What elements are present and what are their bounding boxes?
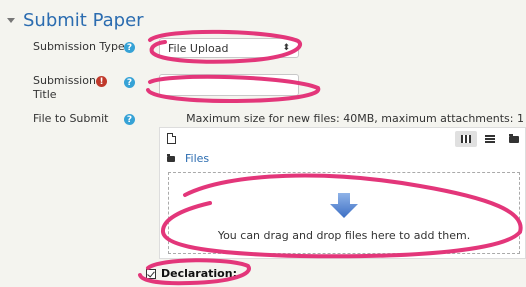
submission-type-select[interactable]: File Upload ⬍ xyxy=(159,38,299,58)
grid-view-button[interactable] xyxy=(455,131,477,147)
list-view-button[interactable] xyxy=(479,131,501,147)
declaration-label: Declaration: xyxy=(161,267,237,280)
drop-zone[interactable]: You can drag and drop files here to add … xyxy=(168,172,520,254)
list-view-icon xyxy=(485,135,495,143)
drop-zone-text: You can drag and drop files here to add … xyxy=(217,229,471,242)
section-title: Submit Paper xyxy=(23,9,144,31)
tree-view-icon xyxy=(509,133,519,143)
tree-view-button[interactable] xyxy=(503,131,525,147)
submission-type-label: Submission Type xyxy=(33,40,125,53)
file-to-submit-label: File to Submit xyxy=(33,112,109,125)
submission-title-label-line2: Title xyxy=(33,88,57,101)
file-picker: Files You can drag and drop files here t… xyxy=(159,127,526,259)
help-icon[interactable]: ? xyxy=(124,114,135,125)
download-arrow-icon xyxy=(330,193,358,218)
declaration-row[interactable]: Declaration: xyxy=(146,267,237,280)
add-file-icon[interactable] xyxy=(167,133,176,144)
caret-down-icon[interactable] xyxy=(7,17,15,23)
select-arrow-icon: ⬍ xyxy=(282,43,290,53)
submission-title-label-line1: Submission xyxy=(33,74,96,87)
section-header[interactable]: Submit Paper xyxy=(7,9,144,31)
max-size-text: Maximum size for new files: 40MB, maximu… xyxy=(186,112,524,125)
file-picker-toolbar xyxy=(160,128,525,150)
view-switcher xyxy=(455,131,525,147)
grid-view-icon xyxy=(461,135,471,143)
required-icon: ! xyxy=(96,76,107,87)
folder-icon xyxy=(167,153,175,162)
file-path-breadcrumb: Files xyxy=(167,152,209,165)
path-files-link[interactable]: Files xyxy=(185,152,209,165)
help-icon[interactable]: ? xyxy=(124,42,135,53)
help-icon[interactable]: ? xyxy=(124,77,135,88)
submission-title-label: Submission Title xyxy=(33,74,96,102)
declaration-checkbox[interactable] xyxy=(146,268,156,279)
submission-title-input[interactable] xyxy=(159,74,299,96)
submission-type-value: File Upload xyxy=(168,41,229,55)
